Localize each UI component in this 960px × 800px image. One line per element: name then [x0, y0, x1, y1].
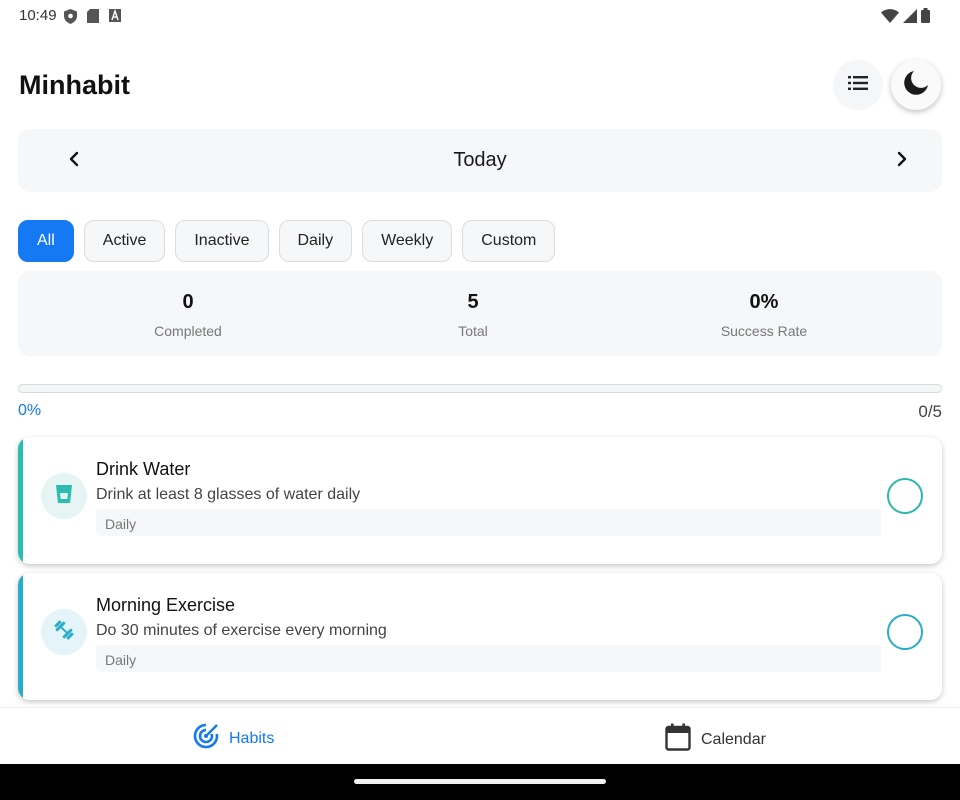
water-glass-icon — [55, 484, 73, 509]
nav-habits[interactable]: Habits — [193, 723, 274, 754]
wifi-icon — [881, 8, 899, 28]
filter-active[interactable]: Active — [83, 220, 166, 262]
stat-total-value: 5 — [467, 291, 479, 313]
target-icon — [193, 723, 219, 754]
date-label: Today — [453, 149, 507, 171]
filter-all[interactable]: All — [18, 220, 74, 262]
system-gesture-bar — [0, 764, 960, 800]
list-view-button[interactable] — [833, 60, 883, 110]
home-gesture-handle[interactable] — [354, 779, 606, 784]
progress-percent: 0% — [18, 402, 42, 419]
habit-description: Do 30 minutes of exercise every morning — [96, 622, 387, 639]
nav-calendar-label: Calendar — [701, 730, 766, 748]
next-day-button[interactable] — [892, 151, 912, 171]
chevron-right-icon — [897, 151, 907, 172]
shield-icon — [64, 9, 77, 29]
habit-icon-badge — [41, 473, 87, 519]
filter-daily[interactable]: Daily — [278, 220, 353, 262]
status-bar: 10:49 — [0, 0, 960, 34]
font-icon — [109, 8, 121, 29]
stat-success-rate: 0% Success Rate — [674, 291, 854, 339]
habit-description: Drink at least 8 glasses of water daily — [96, 486, 361, 503]
stat-success-rate-value: 0% — [749, 291, 779, 313]
habit-card[interactable]: Drink Water Drink at least 8 glasses of … — [18, 437, 942, 564]
stat-total: 5 Total — [383, 291, 563, 339]
app-title: Minhabit — [19, 70, 130, 100]
habit-accent — [18, 437, 23, 564]
habit-title: Drink Water — [96, 459, 191, 479]
filter-inactive[interactable]: Inactive — [175, 220, 269, 262]
theme-toggle-button[interactable] — [891, 60, 941, 110]
list-icon — [848, 75, 868, 95]
stat-total-label: Total — [458, 323, 488, 339]
habit-title: Morning Exercise — [96, 595, 236, 615]
filter-chips: All Active Inactive Daily Weekly Custom — [18, 220, 556, 262]
filter-custom[interactable]: Custom — [462, 220, 556, 262]
progress-count: 0/5 — [918, 402, 942, 421]
nav-calendar[interactable]: Calendar — [665, 723, 766, 756]
date-navigator: Today — [18, 129, 942, 192]
habit-accent — [18, 573, 23, 700]
habit-frequency: Daily — [96, 509, 881, 536]
nav-habits-label: Habits — [229, 729, 275, 747]
signal-icon — [903, 8, 917, 28]
habit-complete-toggle[interactable] — [887, 478, 923, 514]
habit-complete-toggle[interactable] — [887, 614, 923, 650]
bottom-navigation: Habits Calendar — [0, 707, 960, 764]
habit-card[interactable]: Morning Exercise Do 30 minutes of exerci… — [18, 573, 942, 700]
progress-bar — [18, 384, 942, 393]
stats-panel: 0 Completed 5 Total 0% Success Rate — [18, 271, 942, 356]
sd-card-icon — [87, 9, 99, 29]
stat-completed: 0 Completed — [98, 291, 278, 339]
moon-icon — [903, 70, 929, 101]
dumbbell-icon — [53, 619, 75, 646]
stat-completed-label: Completed — [154, 323, 222, 339]
habit-icon-badge — [41, 609, 87, 655]
habit-frequency: Daily — [96, 645, 881, 672]
stat-completed-value: 0 — [182, 291, 194, 313]
status-time: 10:49 — [19, 7, 57, 24]
battery-icon — [921, 8, 930, 28]
stat-success-rate-label: Success Rate — [720, 323, 808, 339]
calendar-icon — [665, 723, 691, 756]
filter-weekly[interactable]: Weekly — [362, 220, 453, 262]
